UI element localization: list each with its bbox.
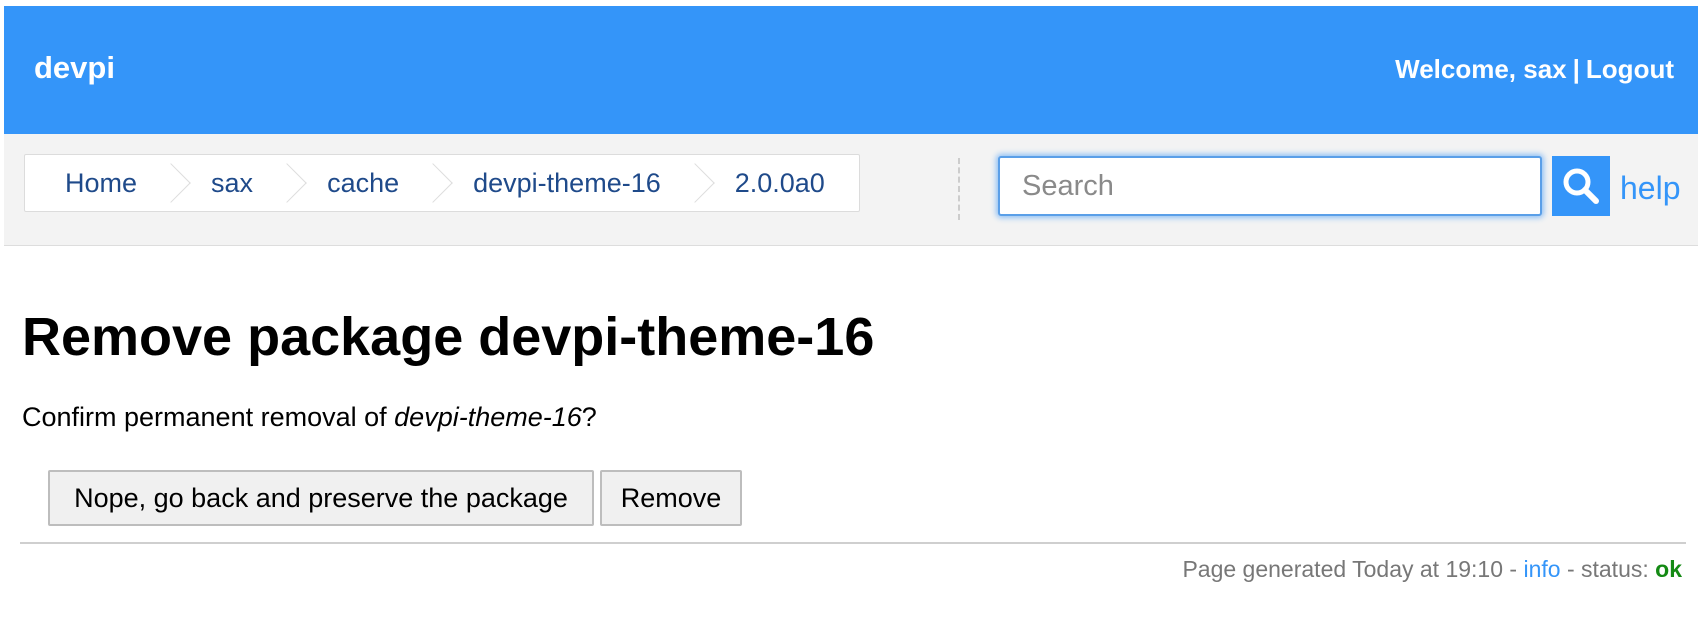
breadcrumb-label: sax bbox=[211, 167, 254, 198]
status-badge: ok bbox=[1655, 556, 1682, 582]
logout-link[interactable]: Logout bbox=[1586, 54, 1674, 84]
generated-text: Page generated Today at 19:10 - bbox=[1182, 556, 1524, 582]
breadcrumb-label: cache bbox=[327, 167, 400, 198]
breadcrumb-label: 2.0.0a0 bbox=[734, 167, 825, 198]
welcome-text: Welcome, sax bbox=[1395, 54, 1567, 84]
search-icon bbox=[1563, 168, 1599, 204]
status-label: - status: bbox=[1560, 556, 1656, 582]
breadcrumb-label: Home bbox=[65, 167, 138, 198]
nav-bar: Home sax cache devpi-theme-16 2.0.0a0 he… bbox=[4, 134, 1698, 246]
page: devpi Welcome, sax | Logout Home sax cache… bbox=[4, 6, 1698, 628]
remove-button[interactable]: Remove bbox=[600, 470, 742, 526]
header-bar: devpi Welcome, sax | Logout bbox=[4, 6, 1698, 134]
brand-logo[interactable]: devpi bbox=[34, 50, 115, 86]
confirm-suffix: ? bbox=[581, 402, 597, 432]
confirm-message: Confirm permanent removal of devpi-theme… bbox=[22, 402, 597, 433]
user-bar-separator: | bbox=[1572, 54, 1580, 84]
info-link[interactable]: info bbox=[1523, 556, 1560, 582]
breadcrumb-version[interactable]: 2.0.0a0 bbox=[695, 155, 859, 211]
preserve-package-button[interactable]: Nope, go back and preserve the package bbox=[48, 470, 594, 526]
search-button[interactable] bbox=[1552, 156, 1610, 216]
breadcrumb: Home sax cache devpi-theme-16 2.0.0a0 bbox=[24, 154, 860, 212]
search-input[interactable] bbox=[998, 156, 1542, 216]
breadcrumb-index[interactable]: cache bbox=[287, 155, 453, 211]
user-bar: Welcome, sax | Logout bbox=[1395, 54, 1674, 85]
breadcrumb-package[interactable]: devpi-theme-16 bbox=[433, 155, 715, 211]
confirm-prefix: Confirm permanent removal of bbox=[22, 402, 395, 432]
footer: Page generated Today at 19:10 - info - s… bbox=[1182, 556, 1682, 583]
nav-divider bbox=[958, 158, 960, 220]
help-link[interactable]: help bbox=[1620, 170, 1681, 207]
breadcrumb-label: devpi-theme-16 bbox=[473, 167, 661, 198]
footer-divider bbox=[20, 542, 1686, 544]
page-title: Remove package devpi-theme-16 bbox=[22, 307, 875, 367]
breadcrumb-home[interactable]: Home bbox=[25, 155, 191, 211]
confirm-package-name: devpi-theme-16 bbox=[394, 402, 582, 432]
